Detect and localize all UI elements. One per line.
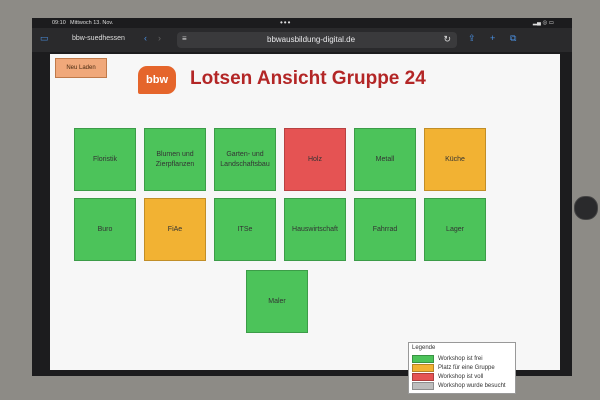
legend-item-besucht: Workshop wurde besucht: [412, 382, 506, 390]
web-page: Neu Laden bbw Lotsen Ansicht Gruppe 24 F…: [50, 54, 560, 394]
status-date: Mittwoch 13. Nov.: [70, 20, 114, 26]
workshop-tile-5[interactable]: Küche: [424, 128, 486, 191]
address-bar[interactable]: ≡ bbwausbildung-digital.de ↻: [177, 32, 457, 48]
forward-icon[interactable]: ›: [158, 33, 161, 43]
legend-swatch: [412, 373, 434, 381]
workshop-tile-7[interactable]: FiAe: [144, 198, 206, 261]
workshop-tile-9[interactable]: Hauswirtschaft: [284, 198, 346, 261]
legend-title: Legende: [412, 345, 436, 351]
workshop-tile-0[interactable]: Floristik: [74, 128, 136, 191]
status-icons: ▂▄ ◎ ▭: [532, 20, 554, 26]
legend: Legende Workshop ist frei Platz für eine…: [408, 342, 516, 394]
tabs-overview-icon[interactable]: ⧉: [510, 33, 516, 44]
tab-group-label[interactable]: bbw-suedhessen: [72, 35, 125, 42]
home-button[interactable]: [574, 196, 598, 220]
legend-label: Workshop wurde besucht: [438, 383, 506, 389]
legend-swatch: [412, 382, 434, 390]
legend-label: Workshop ist frei: [438, 356, 483, 362]
workshop-tile-11[interactable]: Lager: [424, 198, 486, 261]
workshop-tile-6[interactable]: Buro: [74, 198, 136, 261]
reload-page-button[interactable]: Neu Laden: [55, 58, 107, 78]
workshop-tile-12[interactable]: Maler: [246, 270, 308, 333]
url-text: bbwausbildung-digital.de: [267, 35, 356, 44]
legend-item-voll: Workshop ist voll: [412, 373, 483, 381]
browser-toolbar: ▭ bbw-suedhessen ‹ › ≡ bbwausbildung-dig…: [32, 28, 572, 52]
new-tab-icon[interactable]: +: [490, 33, 495, 43]
workshop-tile-2[interactable]: Garten- und Landschaftsbau: [214, 128, 276, 191]
workshop-tile-1[interactable]: Blumen und Zierpflanzen: [144, 128, 206, 191]
legend-label: Platz für eine Gruppe: [438, 365, 495, 371]
tablet-frame: 09:10 Mittwoch 13. Nov. ••• ▂▄ ◎ ▭ ▭ bbw…: [32, 18, 598, 394]
reload-icon[interactable]: ↻: [443, 34, 451, 45]
workshop-tile-3[interactable]: Holz: [284, 128, 346, 191]
page-title: Lotsen Ansicht Gruppe 24: [190, 68, 426, 89]
legend-swatch: [412, 355, 434, 363]
legend-item-gruppe: Platz für eine Gruppe: [412, 364, 495, 372]
reader-icon[interactable]: ≡: [182, 34, 187, 43]
workshop-tile-10[interactable]: Fahrrad: [354, 198, 416, 261]
status-bar: 09:10 Mittwoch 13. Nov. ••• ▂▄ ◎ ▭: [32, 18, 572, 28]
legend-swatch: [412, 364, 434, 372]
share-icon[interactable]: ⇪: [468, 33, 476, 44]
legend-label: Workshop ist voll: [438, 374, 484, 380]
workshop-tile-4[interactable]: Metall: [354, 128, 416, 191]
sidebar-icon[interactable]: ▭: [40, 33, 49, 44]
legend-item-frei: Workshop ist frei: [412, 355, 483, 363]
workshop-tile-8[interactable]: ITSe: [214, 198, 276, 261]
back-icon[interactable]: ‹: [144, 33, 147, 43]
status-time: 09:10: [52, 20, 66, 26]
bbw-logo: bbw: [138, 66, 176, 94]
multitask-dots[interactable]: •••: [280, 18, 291, 27]
